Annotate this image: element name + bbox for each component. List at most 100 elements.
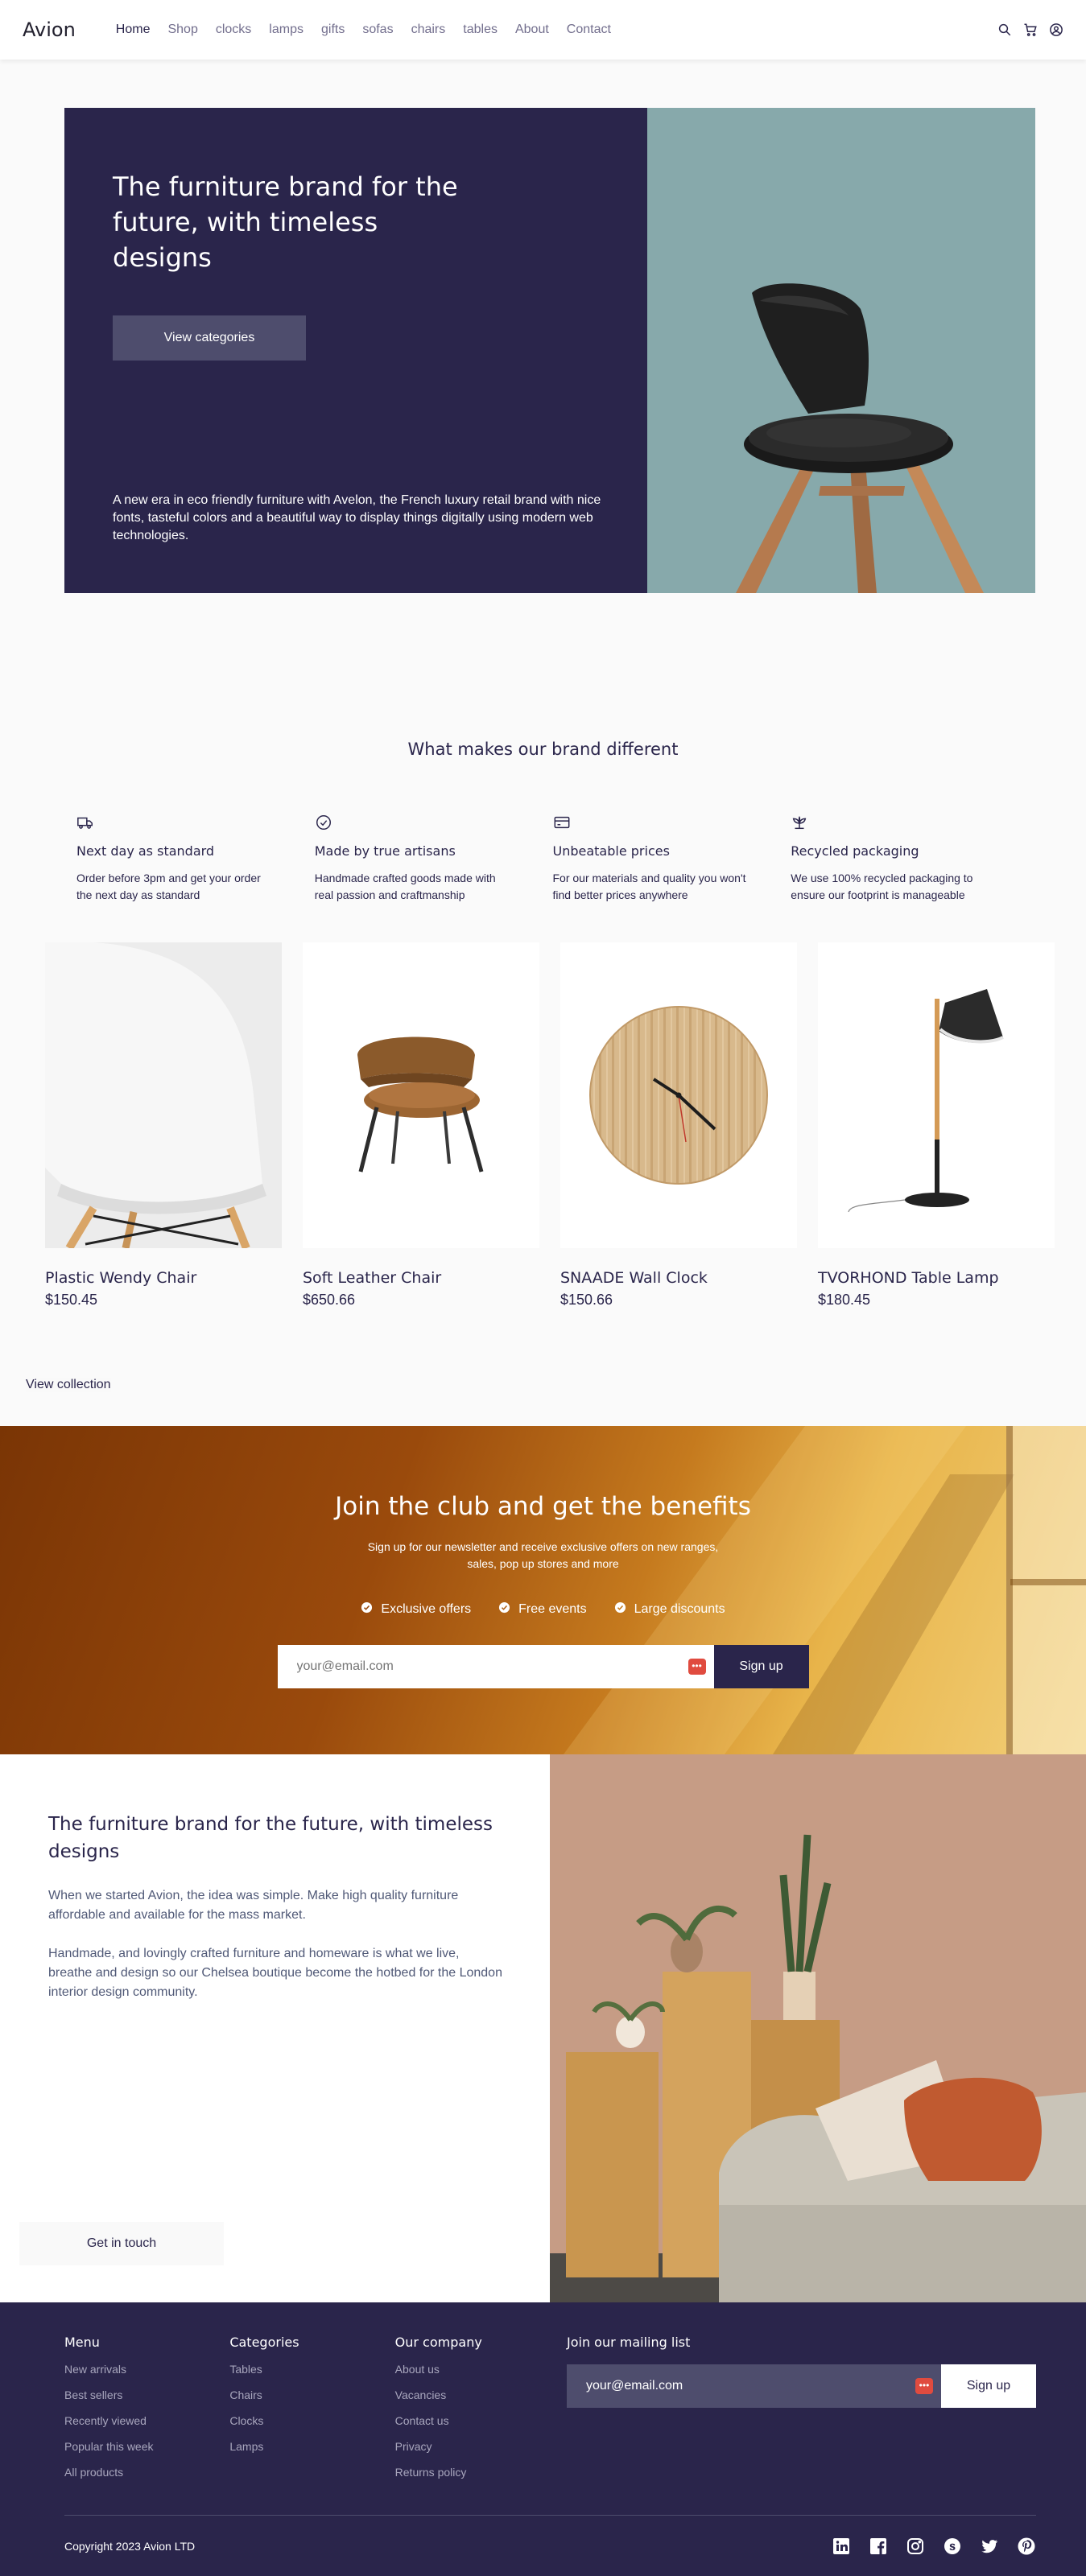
check-circle-icon	[614, 1601, 626, 1618]
hero-banner: The furniture brand for the future, with…	[64, 108, 1035, 593]
password-manager-icon[interactable]: •••	[688, 1659, 706, 1675]
benefit-label: Exclusive offers	[381, 1602, 472, 1616]
hero-chair-image	[647, 108, 1035, 593]
footer-signup-form: ••• Sign up	[566, 2364, 1036, 2408]
logo[interactable]: Avion	[23, 19, 76, 41]
top-nav: Avion Home Shop clocks lamps gifts sofas…	[0, 0, 1086, 60]
footer-link[interactable]: Recently viewed	[64, 2414, 229, 2428]
sprout-icon	[791, 815, 808, 835]
hero-content: The furniture brand for the future, with…	[64, 108, 647, 593]
view-categories-button[interactable]: View categories	[113, 315, 306, 361]
about-title: The furniture brand for the future, with…	[48, 1814, 493, 1862]
footer-link[interactable]: Privacy	[395, 2440, 560, 2454]
about-section: The furniture brand for the future, with…	[0, 1754, 1086, 2302]
nav-link-lamps[interactable]: lamps	[269, 23, 304, 37]
nav-link-shop[interactable]: Shop	[167, 23, 197, 37]
product-price: $150.45	[45, 1292, 98, 1308]
footer-company-column: Our company About us Vacancies Contact u…	[395, 2335, 560, 2492]
twitter-icon[interactable]	[980, 2537, 999, 2556]
feature-item: Unbeatable prices For our materials and …	[553, 814, 772, 904]
footer-signup-button[interactable]: Sign up	[940, 2364, 1036, 2408]
feature-title: Next day as standard	[76, 843, 215, 859]
instagram-icon[interactable]	[906, 2537, 925, 2556]
check-circle-icon	[498, 1601, 510, 1618]
product-name[interactable]: Soft Leather Chair	[303, 1269, 539, 1287]
club-signup-button[interactable]: Sign up	[713, 1645, 809, 1688]
product-name[interactable]: TVORHOND Table Lamp	[818, 1269, 1055, 1287]
footer-link[interactable]: Best sellers	[64, 2388, 229, 2402]
product-card[interactable]: SNAADE Wall Clock $150.66	[560, 942, 797, 1309]
footer-link[interactable]: Tables	[229, 2363, 394, 2376]
nav-link-home[interactable]: Home	[116, 23, 151, 37]
footer-menu-column: Menu New arrivals Best sellers Recently …	[64, 2335, 229, 2492]
feature-title: Made by true artisans	[314, 843, 456, 859]
nav-link-tables[interactable]: tables	[463, 23, 498, 37]
footer-link[interactable]: Contact us	[395, 2414, 560, 2428]
footer-column-title: Menu	[64, 2335, 100, 2350]
site-footer: Menu New arrivals Best sellers Recently …	[0, 2302, 1086, 2576]
nav-link-about[interactable]: About	[515, 23, 549, 37]
nav-link-contact[interactable]: Contact	[567, 23, 611, 37]
footer-link[interactable]: All products	[64, 2466, 229, 2479]
pinterest-icon[interactable]	[1017, 2537, 1036, 2556]
footer-link[interactable]: Popular this week	[64, 2440, 229, 2454]
footer-link[interactable]: New arrivals	[64, 2363, 229, 2376]
user-icon[interactable]	[1049, 23, 1063, 37]
nav-link-chairs[interactable]: chairs	[411, 23, 446, 37]
nav-link-gifts[interactable]: gifts	[321, 23, 345, 37]
footer-link[interactable]: Returns policy	[395, 2466, 560, 2479]
linkedin-icon[interactable]	[832, 2537, 851, 2556]
footer-column-title: Join our mailing list	[566, 2335, 691, 2350]
product-name[interactable]: Plastic Wendy Chair	[45, 1269, 282, 1287]
footer-link[interactable]: Vacancies	[395, 2388, 560, 2402]
feature-item: Next day as standard Order before 3pm an…	[76, 814, 295, 904]
footer-mailing-list: Join our mailing list ••• Sign up	[566, 2335, 1036, 2492]
footer-link[interactable]: About us	[395, 2363, 560, 2376]
password-manager-icon[interactable]: •••	[915, 2378, 933, 2394]
feature-item: Recycled packaging We use 100% recycled …	[791, 814, 1010, 904]
benefit-item: Large discounts	[614, 1601, 725, 1618]
feature-text: Order before 3pm and get your order the …	[76, 872, 261, 901]
delivery-truck-icon	[76, 817, 94, 835]
feature-title: Recycled packaging	[791, 843, 919, 859]
search-icon[interactable]	[997, 23, 1012, 37]
hero-title: The furniture brand for the future, with…	[113, 171, 458, 273]
facebook-icon[interactable]	[869, 2537, 888, 2556]
club-benefits: Exclusive offers Free events Large disco…	[0, 1601, 1086, 1618]
product-card[interactable]: Soft Leather Chair $650.66	[303, 942, 539, 1309]
product-card[interactable]: TVORHOND Table Lamp $180.45	[818, 942, 1055, 1309]
product-image-wendy-chair[interactable]	[45, 942, 282, 1248]
footer-email-input[interactable]	[566, 2364, 941, 2408]
club-email-input[interactable]	[277, 1645, 714, 1688]
brand-features-section: What makes our brand different Next day …	[0, 699, 1086, 942]
get-in-touch-button[interactable]: Get in touch	[19, 2222, 224, 2265]
copyright: Copyright 2023 Avion LTD	[64, 2539, 196, 2553]
skype-icon[interactable]	[943, 2537, 962, 2556]
footer-link[interactable]: Chairs	[229, 2388, 394, 2402]
social-links	[832, 2537, 1036, 2556]
about-interior-image	[550, 1754, 1086, 2302]
product-price: $180.45	[818, 1292, 871, 1308]
credit-card-icon	[553, 816, 571, 835]
footer-link[interactable]: Clocks	[229, 2414, 394, 2428]
footer-column-title: Categories	[229, 2335, 299, 2350]
product-grid: Plastic Wendy Chair $150.45 Soft Leather…	[0, 942, 1086, 1309]
feature-text: Handmade crafted goods made with real pa…	[314, 872, 496, 901]
product-image-leather-chair[interactable]	[303, 942, 539, 1248]
product-image-table-lamp[interactable]	[818, 942, 1055, 1248]
benefit-item: Exclusive offers	[361, 1601, 471, 1618]
product-price: $650.66	[303, 1292, 356, 1308]
footer-categories-column: Categories Tables Chairs Clocks Lamps	[229, 2335, 394, 2492]
cart-icon[interactable]	[1023, 23, 1038, 37]
view-collection-wrap: View collection	[0, 1309, 1086, 1426]
feature-title: Unbeatable prices	[552, 843, 670, 859]
footer-bottom-bar: Copyright 2023 Avion LTD	[64, 2515, 1036, 2576]
footer-link[interactable]: Lamps	[229, 2440, 394, 2454]
product-name[interactable]: SNAADE Wall Clock	[560, 1269, 797, 1287]
product-card[interactable]: Plastic Wendy Chair $150.45	[45, 942, 282, 1309]
nav-link-clocks[interactable]: clocks	[216, 23, 251, 37]
club-subtitle: Sign up for our newsletter and receive e…	[367, 1540, 719, 1570]
product-image-wall-clock[interactable]	[560, 942, 797, 1248]
view-collection-button[interactable]: View collection	[26, 1378, 111, 1392]
nav-link-sofas[interactable]: sofas	[362, 23, 393, 37]
